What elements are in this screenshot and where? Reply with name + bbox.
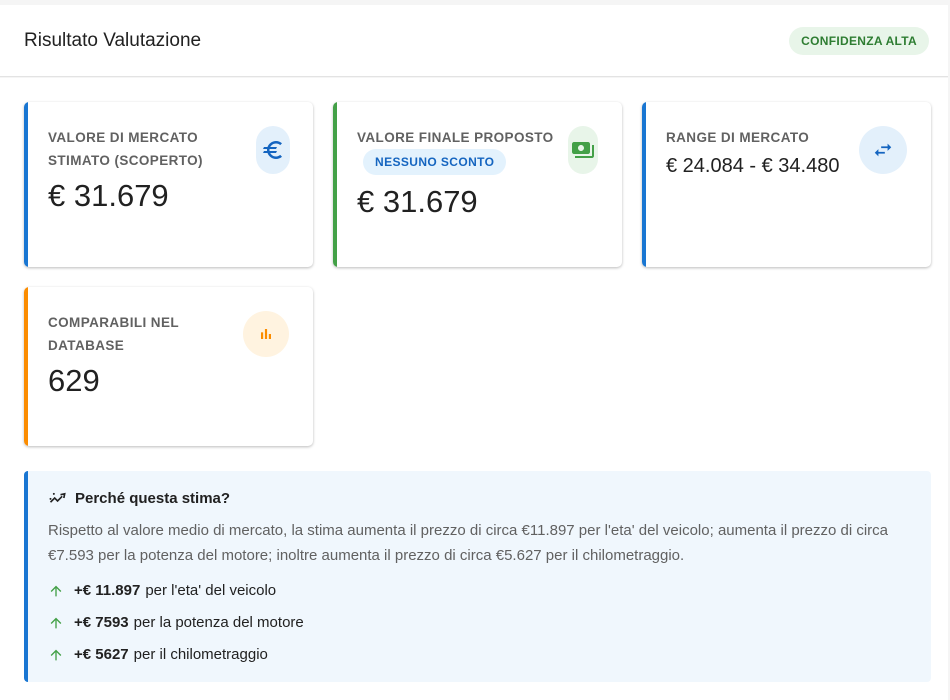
factor-description: per l'eta' del veicolo [145,582,277,599]
money-icon [568,126,598,174]
card-accent [333,102,337,267]
market-range-value: € 24.084 - € 34.480 [666,155,840,177]
factor-amount: +€ 7593 [74,614,129,631]
market-value-amount: € 31.679 [48,178,169,213]
card-accent [24,102,28,267]
card-accent [24,287,28,446]
comparables-count: 629 [48,363,100,398]
trend-icon [49,492,66,503]
comparables-label: COMPARABILI NEL DATABASE [48,315,179,353]
factor-amount: +€ 11.897 [74,582,141,599]
market-range-card: RANGE DI MERCATO € 24.084 - € 34.480 [642,102,931,267]
euro-icon [256,126,290,174]
header: Risultato Valutazione CONFIDENZA ALTA [0,5,948,77]
card-accent [642,102,646,267]
valuation-result-page: Risultato Valutazione CONFIDENZA ALTA VA… [0,0,950,700]
discount-badge: NESSUNO SCONTO [363,149,507,175]
final-value-label: VALORE FINALE PROPOSTO [357,130,554,145]
market-value-card: VALORE DI MERCATO STIMATO (SCOPERTO) € 3… [24,102,313,267]
arrow-up-icon [50,617,62,628]
market-range-label: RANGE DI MERCATO [666,130,810,145]
market-value-label: VALORE DI MERCATO STIMATO (SCOPERTO) [48,130,203,168]
final-value-card: VALORE FINALE PROPOSTO NESSUNO SCONTO € … [333,102,622,267]
factor-item: +€ 11.897 per l'eta' del veicolo [48,582,276,599]
factor-description: per la potenza del motore [133,614,304,631]
arrow-up-icon [50,585,62,596]
confidence-badge: CONFIDENZA ALTA [789,26,929,55]
explanation-title: Perché questa stima? [48,488,230,508]
factor-item: +€ 5627 per il chilometraggio [48,646,268,663]
explanation-text: Rispetto al valore medio di mercato, la … [48,522,889,564]
arrow-up-icon [50,649,62,660]
comparables-card: COMPARABILI NEL DATABASE 629 [24,287,313,446]
bar-chart-icon [243,311,289,357]
factor-item: +€ 7593 per la potenza del motore [48,614,304,631]
final-value-amount: € 31.679 [357,184,478,219]
factor-amount: +€ 5627 [74,646,129,663]
swap-icon [859,126,907,174]
explanation-panel: Perché questa stima? Rispetto al valore … [24,471,931,682]
explanation-title-text: Perché questa stima? [75,489,231,507]
page-title: Risultato Valutazione [24,29,202,51]
factor-description: per il chilometraggio [133,646,268,663]
